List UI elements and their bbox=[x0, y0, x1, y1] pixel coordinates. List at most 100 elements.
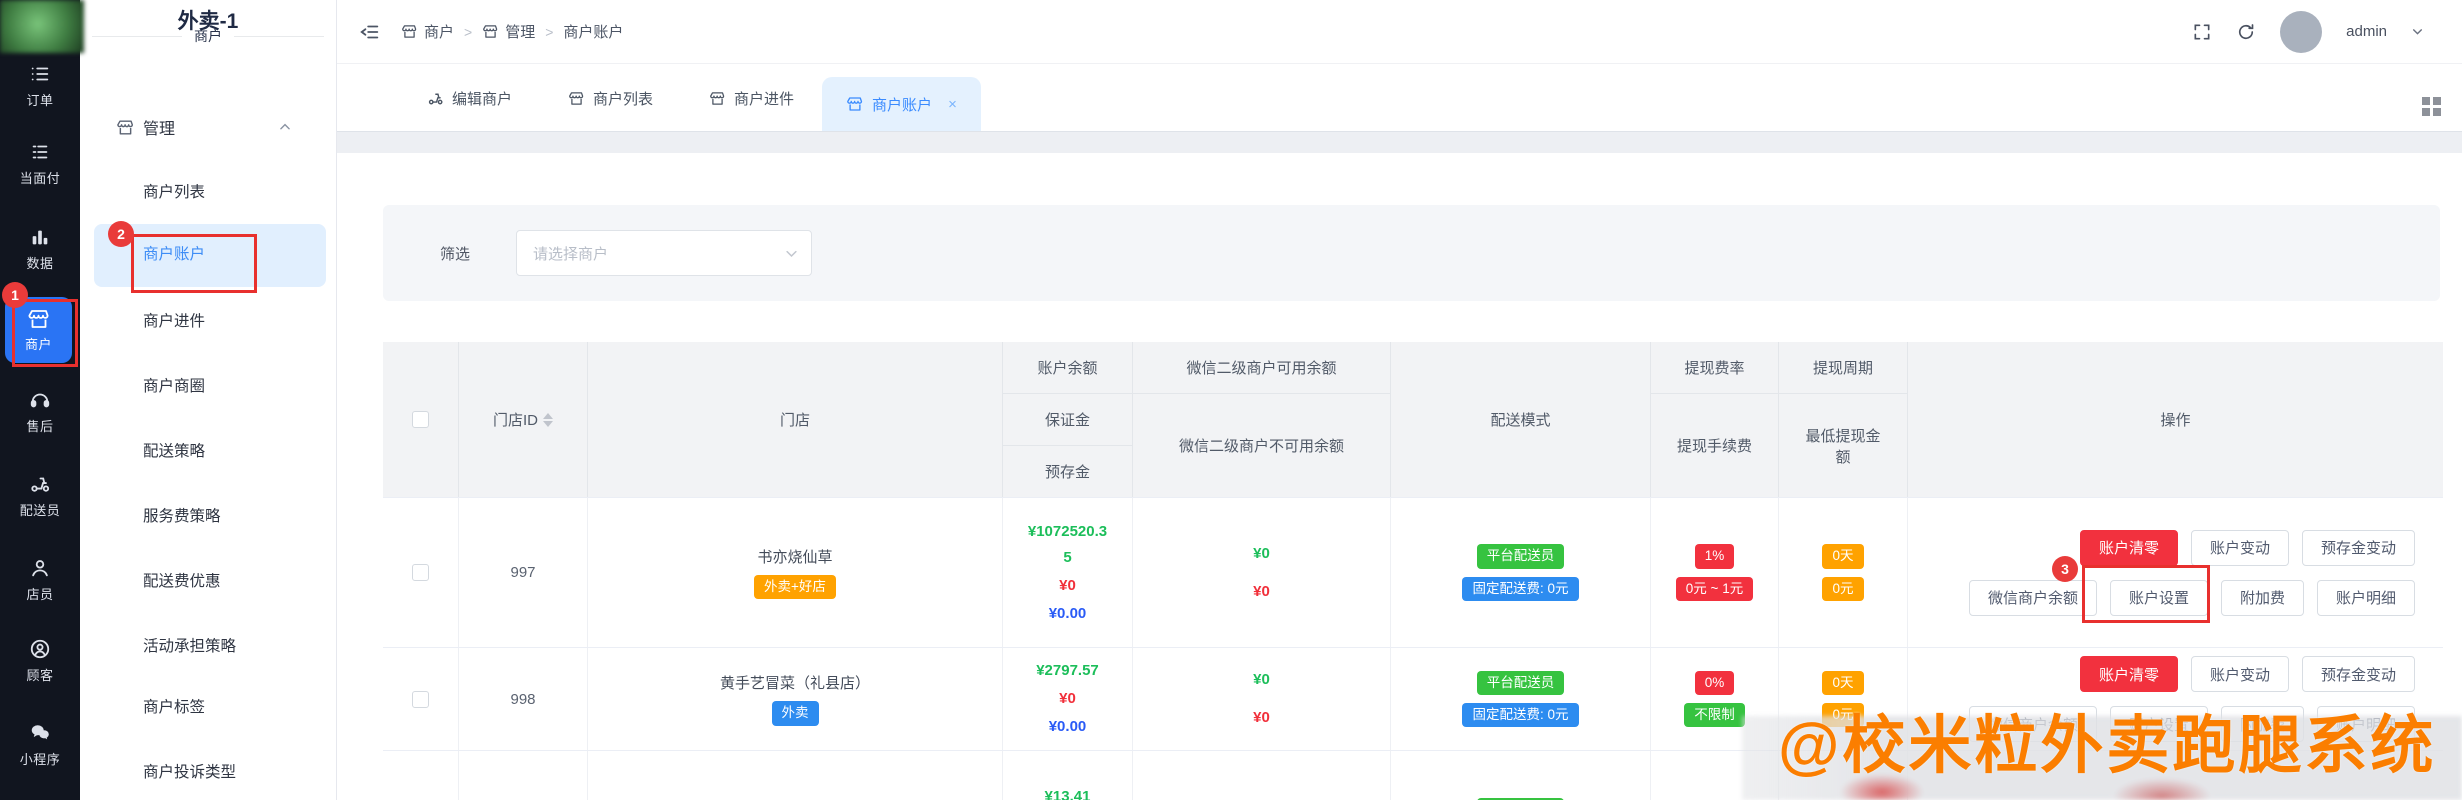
sidebar-item-service-fee-strategy[interactable]: 服务费策略 bbox=[80, 502, 336, 532]
header-wechat-available: 微信二级商户可用余额 bbox=[1133, 342, 1390, 394]
rail-item-staff[interactable]: 店员 bbox=[0, 556, 80, 603]
shop-icon bbox=[483, 25, 498, 38]
tab-merchant-onboarding[interactable]: 商户进件 bbox=[709, 88, 794, 109]
shop-icon bbox=[569, 92, 584, 105]
rail-item-mini-program[interactable]: 小程序 bbox=[0, 721, 80, 768]
clear-account-button[interactable]: 账户清零 bbox=[2079, 656, 2178, 692]
breadcrumb: 商户 > 管理 > 商户账户 bbox=[401, 21, 623, 42]
store-id: 998 bbox=[459, 648, 588, 750]
rail-item-label: 当面付 bbox=[19, 171, 61, 186]
sidebar-item-merchant-tags[interactable]: 商户标签 bbox=[80, 693, 336, 723]
delivery-fee-tag: 固定配送费: 0元 bbox=[1462, 576, 1579, 601]
breadcrumb-item-merchant[interactable]: 商户 bbox=[401, 21, 454, 42]
header-withdraw-cycle: 提现周期 bbox=[1779, 342, 1907, 394]
close-tab-icon[interactable]: × bbox=[948, 96, 957, 113]
shop-icon bbox=[710, 92, 725, 105]
sidebar-item-merchant-district[interactable]: 商户商圈 bbox=[80, 372, 336, 402]
sidebar-subtitle-label: 商户 bbox=[194, 28, 222, 44]
refresh-icon[interactable] bbox=[2236, 22, 2256, 42]
account-balance: ¥13.41 bbox=[1044, 787, 1091, 800]
rail-item-data[interactable]: 数据 bbox=[0, 225, 80, 272]
breadcrumb-item-management[interactable]: 管理 bbox=[482, 21, 535, 42]
account-detail-button[interactable]: 账户明细 bbox=[2316, 579, 2415, 616]
rail-item-label: 售后 bbox=[26, 419, 54, 434]
sidebar-item-merchant-complaint-types[interactable]: 商户投诉类型 bbox=[80, 758, 336, 788]
select-placeholder: 请选择商户 bbox=[533, 245, 609, 263]
chevron-down-icon[interactable] bbox=[2411, 25, 2424, 38]
header-wechat-unavailable: 微信二级商户不可用余额 bbox=[1178, 438, 1344, 455]
select-all-checkbox[interactable] bbox=[412, 411, 429, 428]
rail-item-after-sales[interactable]: 售后 bbox=[0, 388, 80, 435]
username[interactable]: admin bbox=[2346, 23, 2387, 40]
prepaid-change-button[interactable]: 预存金变动 bbox=[2301, 656, 2415, 692]
annotation-step-badge: 1 bbox=[2, 282, 28, 308]
row-checkbox[interactable] bbox=[412, 690, 429, 708]
merchant-account-page: 订单 当面付 数据 商户 售后 配送员 店员 顾客 小程序 外卖-1 商户 管理… bbox=[0, 0, 2462, 800]
clear-account-button[interactable]: 账户清零 bbox=[2079, 529, 2178, 566]
rail-item-face-to-face-pay[interactable]: 当面付 bbox=[0, 140, 80, 187]
account-change-button[interactable]: 账户变动 bbox=[2190, 656, 2289, 692]
tab-options-grid-icon[interactable] bbox=[2422, 97, 2442, 117]
delivery-mode-tag: 平台配送员 bbox=[1476, 670, 1565, 695]
tab-merchant-list[interactable]: 商户列表 bbox=[568, 88, 653, 109]
wechat-unavailable-balance: ¥0 bbox=[1253, 582, 1270, 600]
table-header: 门店ID 门店 账户余额 保证金 预存金 微信二级商户可用余额 微信二级商户不可… bbox=[383, 342, 2443, 497]
collapse-sidebar-icon[interactable] bbox=[359, 21, 381, 43]
store-type-tag: 外卖+好店 bbox=[754, 574, 836, 600]
navbar-actions: admin bbox=[2192, 10, 2424, 53]
row-checkbox[interactable] bbox=[412, 564, 429, 581]
sort-icon[interactable] bbox=[543, 412, 553, 427]
sidebar-item-merchant-list[interactable]: 商户列表 bbox=[80, 178, 336, 208]
fullscreen-icon[interactable] bbox=[2192, 22, 2212, 42]
pay-list-icon bbox=[28, 140, 52, 164]
header-withdraw-fee: 提现手续费 bbox=[1676, 438, 1752, 455]
rail-item-orders[interactable]: 订单 bbox=[0, 62, 80, 109]
divider-line bbox=[234, 35, 324, 37]
tab-label: 商户账户 bbox=[872, 96, 933, 114]
tab-edit-merchant[interactable]: 编辑商户 bbox=[427, 88, 512, 109]
rail-item-customers[interactable]: 顾客 bbox=[0, 637, 80, 684]
min-withdraw-tag: 0元 bbox=[1822, 576, 1864, 601]
breadcrumb-separator: > bbox=[464, 23, 473, 40]
breadcrumb-item-merchant-account[interactable]: 商户账户 bbox=[563, 21, 623, 42]
wechat-balance-button[interactable]: 微信商户余额 bbox=[1968, 579, 2097, 616]
tab-label: 商户列表 bbox=[593, 91, 654, 108]
breadcrumb-label: 商户账户 bbox=[563, 24, 624, 41]
sidebar-item-delivery-strategy[interactable]: 配送策略 bbox=[80, 437, 336, 467]
store-name: 书亦烧仙草 bbox=[757, 548, 833, 566]
delivery-mode-tag: 平台配送员 bbox=[1476, 544, 1565, 569]
shop-icon bbox=[402, 25, 417, 38]
withdraw-rate-tag: 1% bbox=[1694, 544, 1735, 569]
user-avatar[interactable] bbox=[2280, 10, 2323, 53]
withdraw-fee-tag: 不限制 bbox=[1684, 703, 1745, 728]
annotation-step-badge: 2 bbox=[108, 221, 134, 247]
wechat-icon bbox=[28, 721, 52, 745]
sidebar-item-delivery-fee-discount[interactable]: 配送费优惠 bbox=[80, 567, 336, 597]
header-store: 门店 bbox=[588, 342, 1003, 497]
primary-nav-rail: 订单 当面付 数据 商户 售后 配送员 店员 顾客 小程序 bbox=[0, 0, 84, 800]
rail-item-couriers[interactable]: 配送员 bbox=[0, 472, 80, 519]
store-id: 997 bbox=[459, 498, 588, 647]
surcharge-button[interactable]: 附加费 bbox=[2220, 579, 2304, 616]
sidebar-item-activity-cost-strategy[interactable]: 活动承担策略 bbox=[80, 632, 336, 662]
rail-item-label: 小程序 bbox=[19, 752, 61, 767]
filter-panel: 筛选 请选择商户 bbox=[383, 205, 2440, 301]
withdraw-cycle-tag: 0天 bbox=[1822, 670, 1864, 695]
account-change-button[interactable]: 账户变动 bbox=[2190, 529, 2289, 566]
tab-merchant-account[interactable]: 商户账户 × bbox=[822, 77, 981, 131]
rail-item-label: 配送员 bbox=[19, 503, 61, 518]
breadcrumb-label: 商户 bbox=[424, 24, 455, 41]
withdraw-rate-tag: 0% bbox=[1694, 670, 1735, 695]
breadcrumb-separator: > bbox=[545, 23, 554, 40]
app-logo bbox=[0, 0, 84, 53]
rail-item-label: 顾客 bbox=[26, 668, 54, 683]
deposit-amount: ¥0 bbox=[1059, 690, 1076, 707]
header-prepaid: 预存金 bbox=[1044, 464, 1090, 481]
account-balance: ¥2797.57 bbox=[1036, 662, 1099, 679]
prepaid-change-button[interactable]: 预存金变动 bbox=[2301, 529, 2415, 566]
store-name: 黄手艺冒菜（礼县店） bbox=[719, 675, 870, 693]
merchant-select[interactable]: 请选择商户 bbox=[516, 230, 813, 276]
header-min-withdraw: 最低提现金额 bbox=[1805, 427, 1881, 466]
sidebar-item-merchant-onboarding[interactable]: 商户进件 bbox=[80, 307, 336, 337]
sidebar-group-management[interactable]: 管理 bbox=[80, 112, 336, 142]
